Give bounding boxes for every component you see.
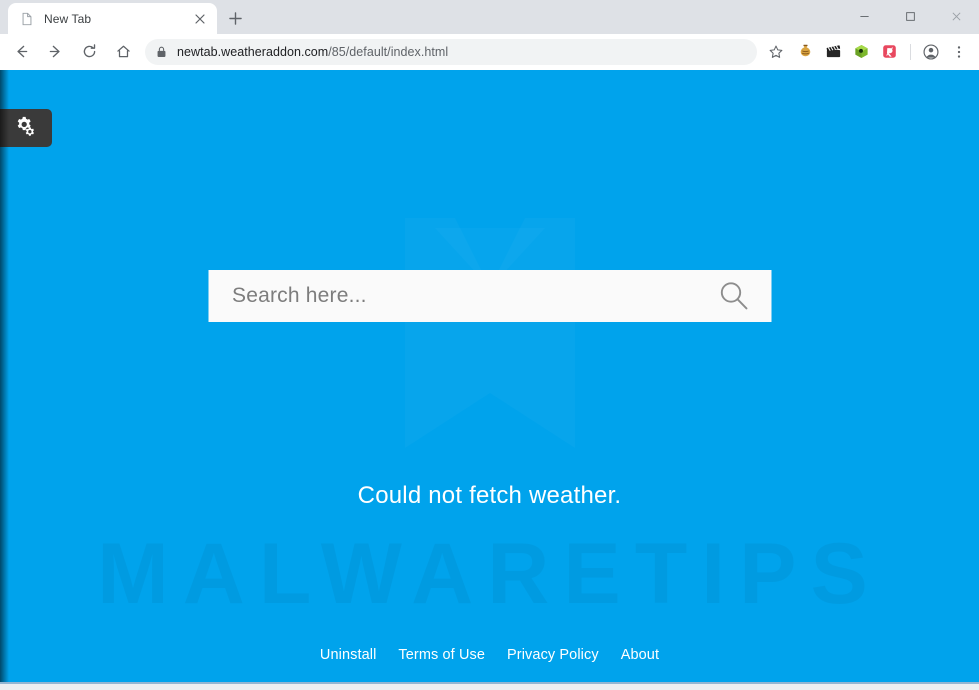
toolbar-divider [910, 43, 911, 60]
browser-tab[interactable]: New Tab [8, 3, 217, 34]
search-input[interactable] [232, 284, 713, 308]
new-tab-button[interactable] [221, 4, 249, 32]
page-icon [19, 11, 35, 27]
gear-icon [14, 115, 36, 142]
footer-link-privacy-policy[interactable]: Privacy Policy [507, 647, 599, 663]
maximize-icon[interactable] [887, 0, 933, 32]
malwaretips-watermark: MALWARETIPS [0, 525, 979, 624]
minimize-icon[interactable] [841, 0, 887, 32]
footer-link-about[interactable]: About [621, 647, 659, 663]
search-form [208, 270, 771, 322]
url-text: newtab.weatheraddon.com/85/default/index… [177, 45, 448, 59]
footer-link-uninstall[interactable]: Uninstall [320, 647, 377, 663]
search-box[interactable] [208, 270, 771, 322]
search-icon[interactable] [713, 276, 753, 316]
arrow-left-icon[interactable] [7, 38, 35, 66]
page-left-shadow [0, 70, 9, 690]
background-logo-watermark [395, 208, 585, 458]
footer-link-terms-of-use[interactable]: Terms of Use [398, 647, 485, 663]
address-bar[interactable]: newtab.weatheraddon.com/85/default/index… [145, 38, 757, 65]
film-clapper-extension-icon[interactable] [820, 39, 846, 65]
settings-button[interactable] [0, 109, 52, 147]
window-controls [841, 0, 979, 32]
close-icon[interactable] [933, 0, 979, 32]
url-host: newtab.weatheraddon.com [177, 44, 329, 59]
honey-extension-icon[interactable] [792, 39, 818, 65]
star-icon[interactable] [763, 39, 789, 65]
browser-toolbar: newtab.weatheraddon.com/85/default/index… [0, 34, 979, 70]
home-icon[interactable] [109, 38, 137, 66]
url-path: /85/default/index.html [328, 44, 449, 59]
footer-links: Uninstall Terms of Use Privacy Policy Ab… [0, 647, 979, 663]
tab-close-icon[interactable] [191, 10, 209, 28]
account-circle-icon[interactable] [918, 39, 944, 65]
browser-window: New Tab newtab.weatheraddon.com/85/defau… [0, 0, 979, 690]
tab-title: New Tab [44, 11, 92, 26]
new-tab-page: MALWARETIPS [0, 70, 979, 690]
reload-icon[interactable] [75, 38, 103, 66]
lock-icon [156, 46, 168, 58]
more-vertical-icon[interactable] [946, 39, 972, 65]
weather-message: Could not fetch weather. [357, 482, 622, 509]
tab-strip: New Tab [0, 0, 979, 34]
page-bottom-strip [0, 682, 979, 690]
green-cube-extension-icon[interactable] [848, 39, 874, 65]
red-square-extension-icon[interactable] [876, 39, 902, 65]
arrow-right-icon[interactable] [41, 38, 69, 66]
